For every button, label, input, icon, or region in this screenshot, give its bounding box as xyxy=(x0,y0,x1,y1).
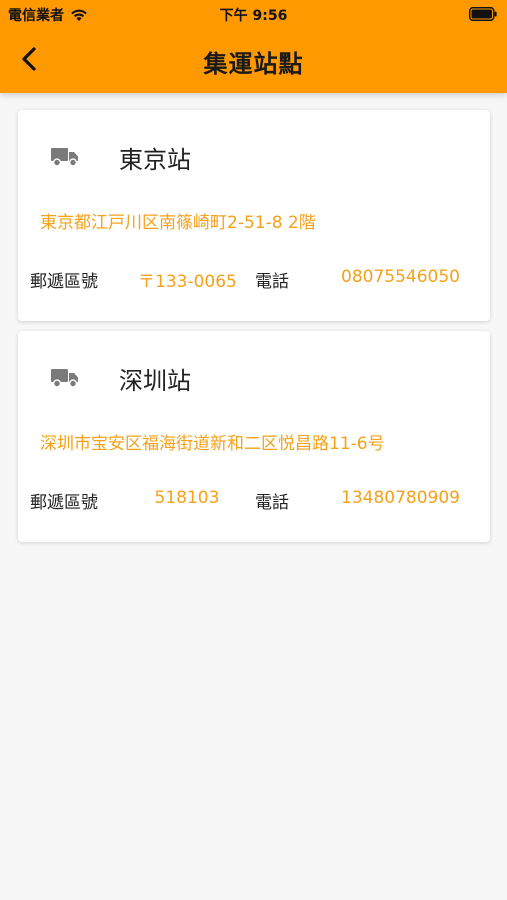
station-card-tokyo[interactable]: 東京站 東京都江戸川区南篠崎町2-51-8 2階 郵遞區號 〒133-0065 … xyxy=(18,110,490,321)
phone-label: 電話 xyxy=(255,272,289,292)
app-header: 電信業者 下午 9:56 集運站點 xyxy=(0,0,507,93)
postal-code-label: 郵遞區號 xyxy=(30,272,98,292)
postal-code-label: 郵遞區號 xyxy=(30,493,98,513)
truck-icon xyxy=(51,148,78,167)
postal-code-value: 〒133-0065 xyxy=(138,272,237,292)
truck-icon xyxy=(51,369,78,388)
postal-code-value: 518103 xyxy=(154,488,220,508)
station-name: 東京站 xyxy=(119,146,191,174)
status-time: 下午 9:56 xyxy=(219,8,288,24)
station-address: 東京都江戸川区南篠崎町2-51-8 2階 xyxy=(40,213,316,233)
status-bar: 電信業者 下午 9:56 xyxy=(0,0,507,28)
phone-value: 08075546050 xyxy=(341,267,460,287)
station-address: 深圳市宝安区福海街道新和二区悦昌路11-6号 xyxy=(40,434,385,454)
station-list: 東京站 東京都江戸川区南篠崎町2-51-8 2階 郵遞區號 〒133-0065 … xyxy=(18,110,490,552)
station-name: 深圳站 xyxy=(119,367,191,395)
phone-value: 13480780909 xyxy=(341,488,460,508)
phone-label: 電話 xyxy=(255,493,289,513)
station-card-shenzhen[interactable]: 深圳站 深圳市宝安区福海街道新和二区悦昌路11-6号 郵遞區號 518103 電… xyxy=(18,331,490,542)
page-title: 集運站點 xyxy=(203,50,304,78)
navigation-bar: 集運站點 xyxy=(0,28,507,93)
battery-icon xyxy=(469,7,497,21)
